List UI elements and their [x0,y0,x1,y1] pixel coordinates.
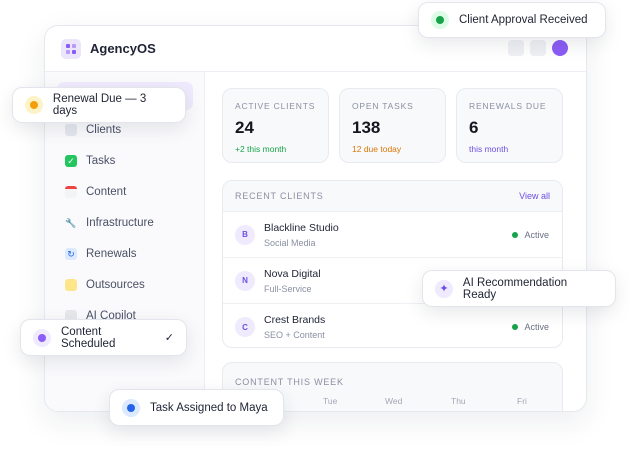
toast-text: Task Assigned to Maya [150,401,268,414]
sidebar-item-clients[interactable]: Clients [65,120,121,140]
sidebar-item-label: Clients [86,124,122,136]
checkbox-icon: ✓ [65,155,77,167]
status-dot-icon [512,324,519,330]
stat-value: 138 [352,118,381,137]
toast-task-assigned[interactable]: Task Assigned to Maya [109,389,284,426]
check-icon: ✓ [164,332,175,344]
app-logo-icon [61,38,81,59]
toast-ai-recommendation[interactable]: ✦ AI Recommendation Ready [422,270,616,307]
handshake-icon [65,279,77,291]
sidebar-item-label: Renewals [86,248,137,260]
sidebar-item-label: Content [86,186,127,198]
status-dot-icon [122,398,140,417]
status-dot-icon [33,328,51,347]
users-icon [65,124,77,136]
toast-client-approval[interactable]: Client Approval Received [418,2,606,38]
status-badge: Active [512,230,549,240]
client-type: Full-Service [264,283,312,294]
client-type: SEO + Content [264,330,325,340]
day-label: Fri [517,396,527,406]
client-row[interactable]: B Blackline Studio Social Media Active [223,212,562,258]
stat-card-open-tasks[interactable]: OPEN TASKS 138 12 due today [339,88,446,163]
sidebar-item-label: Infrastructure [86,217,154,229]
window-control-button[interactable] [530,40,546,56]
status-dot-icon [431,11,449,29]
stat-sub: 12 due today [352,144,402,154]
sidebar-item-tasks[interactable]: ✓ Tasks [65,151,115,171]
toast-renewal-due[interactable]: Renewal Due — 3 days [12,87,186,123]
stat-value: 6 [469,118,479,137]
sidebar-item-renewals[interactable]: ↻ Renewals [65,244,137,264]
day-label: Thu [451,396,466,406]
stat-label: OPEN TASKS [352,101,414,111]
day-label: Tue [323,396,338,406]
status-badge: Active [512,322,549,332]
wrench-icon: 🔧 [65,218,77,228]
day-label: Wed [385,396,403,406]
sidebar-item-outsources[interactable]: Outsources [65,275,145,295]
status-dot-icon [25,96,43,114]
recent-clients-panel: RECENT CLIENTS View all B Blackline Stud… [222,180,563,348]
stat-sub: this month [469,144,509,154]
client-avatar: C [235,317,255,337]
client-name: Blackline Studio [264,221,339,234]
client-name: Nova Digital [264,267,321,280]
panel-title: CONTENT THIS WEEK [235,377,344,387]
sidebar-item-infrastructure[interactable]: 🔧 Infrastructure [65,213,154,233]
panel-header: RECENT CLIENTS View all [223,181,562,212]
window-control-button[interactable] [508,40,524,56]
stat-sub: +2 this month [235,144,287,154]
status-label: Active [524,322,549,332]
stat-card-active-clients[interactable]: ACTIVE CLIENTS 24 +2 this month [222,88,329,163]
client-type: Social Media [264,237,316,248]
panel-title: RECENT CLIENTS [235,191,324,201]
calendar-icon [65,186,77,198]
sidebar-item-content[interactable]: Content [65,182,126,202]
client-avatar: N [235,270,255,291]
main-content: ACTIVE CLIENTS 24 +2 this month OPEN TAS… [206,72,586,411]
sidebar-item-label: Outsources [86,279,145,291]
refresh-icon: ↻ [65,248,77,260]
toast-text: AI Recommendation Ready [462,276,568,301]
app-title: AgencyOS [90,41,156,56]
toast-content-scheduled[interactable]: Content Scheduled ✓ [20,319,187,356]
view-all-link[interactable]: View all [519,191,550,201]
stat-value: 24 [235,118,254,137]
sparkle-icon: ✦ [435,279,453,298]
user-avatar[interactable] [552,40,568,56]
stat-card-renewals-due[interactable]: RENEWALS DUE 6 this month [456,88,563,163]
status-label: Active [524,229,549,240]
stat-label: RENEWALS DUE [469,101,547,111]
sidebar-item-label: Tasks [86,155,116,167]
client-row[interactable]: C Crest Brands SEO + Content Active [223,304,562,347]
client-name: Crest Brands [264,314,326,326]
toast-text: Content Scheduled [61,325,116,350]
toast-text: Renewal Due — 3 days [52,93,147,117]
window-controls [508,40,568,56]
status-dot-icon [512,231,519,238]
toast-text: Client Approval Received [459,14,588,26]
client-avatar: B [235,224,255,245]
stat-label: ACTIVE CLIENTS [235,101,316,111]
